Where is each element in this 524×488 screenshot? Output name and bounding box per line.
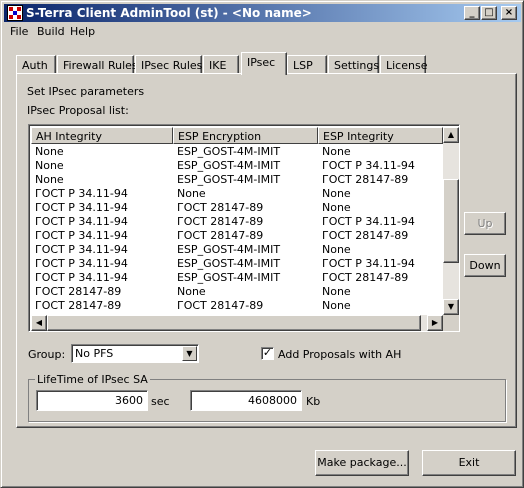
- column-esp-encryption[interactable]: ESP Encryption: [173, 127, 318, 144]
- cell-esp-encryption: None: [177, 187, 206, 200]
- column-esp-integrity[interactable]: ESP Integrity: [318, 127, 443, 144]
- app-icon[interactable]: [7, 5, 23, 21]
- cell-esp-integrity: ГОСТ 28147-89: [322, 173, 409, 186]
- cell-esp-integrity: ГОСТ 28147-89: [322, 271, 409, 284]
- group-select-value: No PFS: [75, 347, 114, 360]
- exit-button[interactable]: Exit: [422, 450, 516, 476]
- list-rows: None ESP_GOST-4M-IMIT None None ESP_GOST-4M-…: [31, 145, 443, 313]
- menu-build[interactable]: Build: [37, 25, 65, 38]
- cell-esp-integrity: None: [322, 299, 351, 312]
- cell-ah-integrity: None: [35, 173, 64, 186]
- kb-unit-label: Kb: [306, 395, 321, 408]
- cell-ah-integrity: None: [35, 159, 64, 172]
- table-row[interactable]: ГОСТ Р 34.11-94 ГОСТ 28147-89 None: [31, 201, 443, 215]
- table-row[interactable]: None ESP_GOST-4M-IMIT ГОСТ 28147-89: [31, 173, 443, 187]
- up-button[interactable]: Up: [464, 212, 506, 235]
- scroll-right-icon[interactable]: ▶: [427, 315, 443, 331]
- cell-esp-encryption: ESP_GOST-4M-IMIT: [177, 243, 281, 256]
- table-row[interactable]: ГОСТ Р 34.11-94 ГОСТ 28147-89 ГОСТ Р 34.11…: [31, 215, 443, 229]
- list-header: AH Integrity ESP Encryption ESP Integrit…: [31, 127, 443, 144]
- title-bar[interactable]: S-Terra Client AdminTool (st) - <No name…: [4, 4, 521, 22]
- cell-esp-integrity: ГОСТ Р 34.11-94: [322, 257, 415, 270]
- tab-firewall-rules[interactable]: Firewall Rules: [57, 55, 138, 74]
- cell-esp-encryption: ESP_GOST-4M-IMIT: [177, 173, 281, 186]
- tab-auth[interactable]: Auth: [16, 55, 56, 74]
- group-select[interactable]: No PFS ▼: [71, 344, 199, 363]
- cell-esp-encryption: ESP_GOST-4M-IMIT: [177, 145, 281, 158]
- table-row[interactable]: ГОСТ Р 34.11-94 ESP_GOST-4M-IMIT ГОСТ Р 34…: [31, 257, 443, 271]
- minimize-button[interactable]: _: [464, 6, 480, 20]
- horizontal-scroll-thumb[interactable]: [47, 315, 421, 331]
- cell-ah-integrity: ГОСТ Р 34.11-94: [35, 257, 128, 270]
- section-title: Set IPsec parameters: [27, 85, 145, 98]
- scroll-left-icon[interactable]: ◀: [31, 315, 47, 331]
- cell-esp-integrity: ГОСТ Р 34.11-94: [322, 159, 415, 172]
- table-row[interactable]: ГОСТ 28147-89 ГОСТ 28147-89 None: [31, 299, 443, 313]
- cell-esp-encryption: ГОСТ 28147-89: [177, 229, 264, 242]
- column-ah-integrity[interactable]: AH Integrity: [31, 127, 173, 144]
- cell-ah-integrity: None: [35, 145, 64, 158]
- cell-esp-integrity: None: [322, 187, 351, 200]
- cell-esp-encryption: ГОСТ 28147-89: [177, 299, 264, 312]
- tab-license[interactable]: License: [380, 55, 427, 74]
- cell-ah-integrity: ГОСТ Р 34.11-94: [35, 271, 128, 284]
- cell-esp-integrity: ГОСТ Р 34.11-94: [322, 215, 415, 228]
- scroll-down-icon[interactable]: ▼: [443, 299, 459, 315]
- cell-esp-encryption: ESP_GOST-4M-IMIT: [177, 271, 281, 284]
- cell-esp-encryption: ESP_GOST-4M-IMIT: [177, 257, 281, 270]
- cell-esp-encryption: ESP_GOST-4M-IMIT: [177, 159, 281, 172]
- tab-ipsec-rules[interactable]: IPsec Rules: [135, 55, 202, 74]
- add-ah-label[interactable]: Add Proposals with AH: [278, 348, 401, 361]
- table-row[interactable]: None ESP_GOST-4M-IMIT ГОСТ Р 34.11-94: [31, 159, 443, 173]
- cell-ah-integrity: ГОСТ Р 34.11-94: [35, 229, 128, 242]
- main-window: S-Terra Client AdminTool (st) - <No name…: [0, 0, 524, 488]
- cell-ah-integrity: ГОСТ Р 34.11-94: [35, 243, 128, 256]
- tab-ike[interactable]: IKE: [203, 55, 239, 74]
- window-title: S-Terra Client AdminTool (st) - <No name…: [26, 6, 312, 20]
- cell-ah-integrity: ГОСТ Р 34.11-94: [35, 187, 128, 200]
- lifetime-seconds-field[interactable]: 3600: [36, 390, 148, 411]
- lifetime-group-title: LifeTime of IPsec SA: [35, 373, 150, 386]
- cell-esp-integrity: None: [322, 145, 351, 158]
- table-row[interactable]: ГОСТ 28147-89 None None: [31, 285, 443, 299]
- cell-ah-integrity: ГОСТ Р 34.11-94: [35, 215, 128, 228]
- tab-settings[interactable]: Settings: [328, 55, 379, 74]
- chevron-down-icon[interactable]: ▼: [182, 346, 197, 361]
- menu-file[interactable]: File: [10, 25, 28, 38]
- cell-esp-integrity: None: [322, 285, 351, 298]
- group-label: Group:: [28, 348, 66, 361]
- down-button[interactable]: Down: [464, 254, 506, 277]
- add-ah-checkbox[interactable]: ✓: [261, 347, 274, 360]
- vertical-scrollbar[interactable]: ▲ ▼: [443, 127, 459, 315]
- proposal-list[interactable]: AH Integrity ESP Encryption ESP Integrit…: [28, 124, 460, 332]
- cell-ah-integrity: ГОСТ 28147-89: [35, 285, 122, 298]
- table-row[interactable]: ГОСТ Р 34.11-94 ESP_GOST-4M-IMIT None: [31, 243, 443, 257]
- menu-help[interactable]: Help: [70, 25, 95, 38]
- cell-esp-integrity: None: [322, 201, 351, 214]
- lifetime-kb-field[interactable]: 4608000: [190, 390, 302, 411]
- cell-ah-integrity: ГОСТ 28147-89: [35, 299, 122, 312]
- horizontal-scrollbar[interactable]: ◀ ▶: [31, 315, 443, 331]
- table-row[interactable]: ГОСТ Р 34.11-94 None None: [31, 187, 443, 201]
- vertical-scroll-thumb[interactable]: [443, 179, 459, 263]
- cell-esp-encryption: ГОСТ 28147-89: [177, 215, 264, 228]
- tab-lsp[interactable]: LSP: [287, 55, 327, 74]
- cell-esp-integrity: None: [322, 243, 351, 256]
- cell-esp-integrity: ГОСТ 28147-89: [322, 229, 409, 242]
- scroll-corner: [443, 315, 459, 331]
- cell-ah-integrity: ГОСТ Р 34.11-94: [35, 201, 128, 214]
- tab-ipsec[interactable]: IPsec: [241, 52, 287, 75]
- table-row[interactable]: ГОСТ Р 34.11-94 ESP_GOST-4M-IMIT ГОСТ 2814…: [31, 271, 443, 285]
- seconds-unit-label: sec: [151, 395, 170, 408]
- maximize-button[interactable]: □: [481, 6, 497, 20]
- table-row[interactable]: ГОСТ Р 34.11-94 ГОСТ 28147-89 ГОСТ 28147-8…: [31, 229, 443, 243]
- proposal-list-label: IPsec Proposal list:: [27, 104, 129, 117]
- cell-esp-encryption: ГОСТ 28147-89: [177, 201, 264, 214]
- make-package-button[interactable]: Make package...: [315, 450, 409, 476]
- checkmark-icon: ✓: [262, 346, 273, 359]
- cell-esp-encryption: None: [177, 285, 206, 298]
- scroll-up-icon[interactable]: ▲: [443, 127, 459, 143]
- close-button[interactable]: ×: [501, 6, 517, 20]
- table-row[interactable]: None ESP_GOST-4M-IMIT None: [31, 145, 443, 159]
